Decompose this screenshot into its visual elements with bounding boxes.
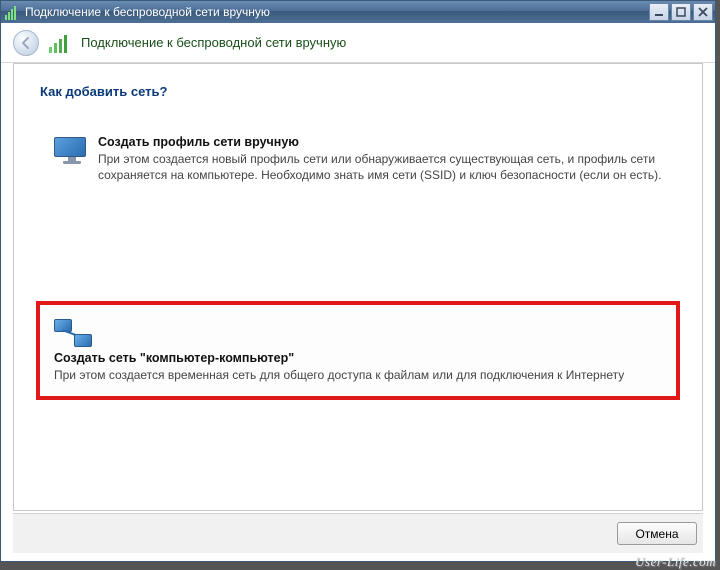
wizard-window: Подключение к беспроводной сети вручную … [0,0,716,562]
option-create-adhoc-network[interactable]: Создать сеть "компьютер-компьютер" При э… [36,301,680,399]
monitor-icon [54,135,98,183]
maximize-button[interactable] [671,3,691,21]
cancel-button-label: Отмена [635,527,678,541]
close-button[interactable] [693,3,713,21]
titlebar[interactable]: Подключение к беспроводной сети вручную [1,1,715,23]
option-description: При этом создается новый профиль сети ил… [98,151,662,183]
option-title: Создать сеть "компьютер-компьютер" [54,351,624,365]
wizard-header: Подключение к беспроводной сети вручную [1,23,715,63]
window-controls [649,3,713,21]
page-title: Подключение к беспроводной сети вручную [81,35,346,50]
window-title: Подключение к беспроводной сети вручную [25,5,649,19]
adhoc-network-icon [54,317,98,351]
wifi-signal-icon [49,33,73,53]
wizard-content: Как добавить сеть? Создать профиль сети … [13,63,703,511]
option-create-profile-manually[interactable]: Создать профиль сети вручную При этом со… [40,123,676,195]
wifi-signal-icon [5,4,21,20]
wizard-footer: Отмена [13,513,703,553]
back-button[interactable] [13,30,39,56]
option-description: При этом создается временная сеть для об… [54,367,624,383]
prompt-heading: Как добавить сеть? [40,84,676,99]
option-title: Создать профиль сети вручную [98,135,662,149]
minimize-button[interactable] [649,3,669,21]
cancel-button[interactable]: Отмена [617,522,697,545]
